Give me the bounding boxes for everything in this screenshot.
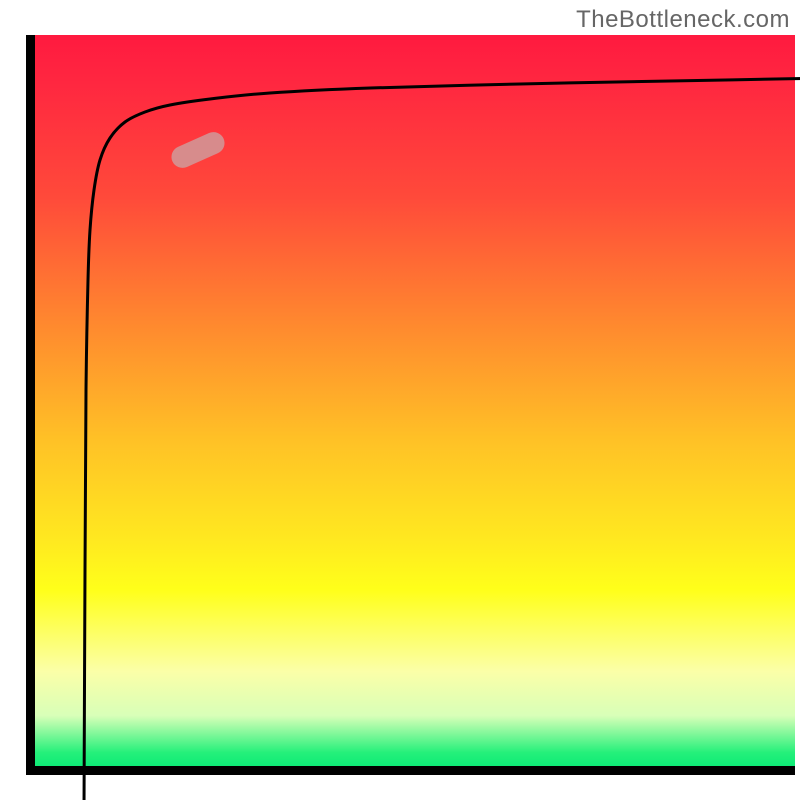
- bottleneck-curve: [84, 78, 800, 800]
- y-axis: [26, 35, 35, 775]
- x-axis: [26, 766, 795, 775]
- plot-area: [35, 35, 795, 775]
- curve-layer: [70, 70, 800, 800]
- highlight-pill: [168, 129, 228, 172]
- chart-canvas: TheBottleneck.com: [0, 0, 800, 800]
- watermark-label: TheBottleneck.com: [576, 6, 790, 34]
